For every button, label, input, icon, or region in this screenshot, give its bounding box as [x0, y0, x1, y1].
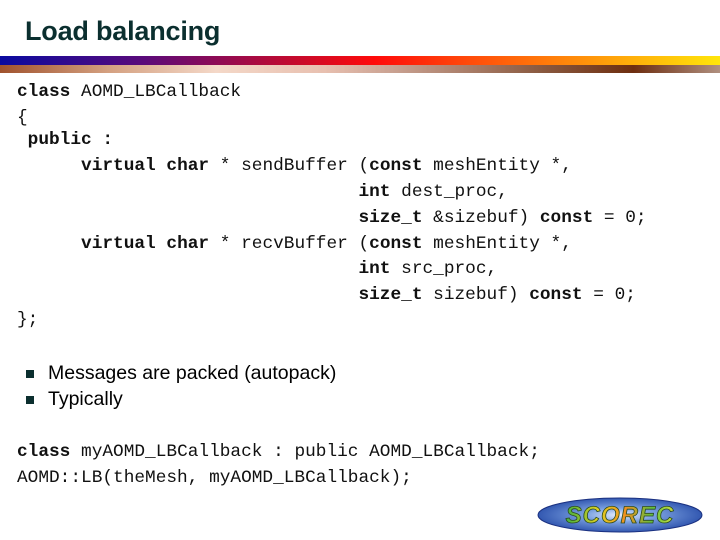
title-divider-bottom-stripe	[0, 65, 720, 73]
scorec-logo: SCOREC	[537, 497, 703, 533]
slide-title: Load balancing	[25, 16, 221, 46]
code-line: class AOMD_LBCallback	[17, 82, 242, 102]
bullet-item: Messages are packed (autopack)	[48, 362, 337, 384]
code-line: virtual char * sendBuffer (const meshEnt…	[81, 156, 572, 176]
bullet-square-icon	[26, 370, 34, 378]
title-divider-top-stripe	[0, 56, 720, 65]
bullet-item: Typically	[48, 388, 123, 410]
code-line: public :	[17, 130, 114, 150]
code-line: int dest_proc,	[358, 182, 508, 202]
code-line: virtual char * recvBuffer (const meshEnt…	[81, 234, 572, 254]
code-line: };	[17, 310, 39, 330]
code-line: class myAOMD_LBCallback : public AOMD_LB…	[17, 442, 540, 462]
code-line: size_t &sizebuf) const = 0;	[358, 208, 647, 228]
bullet-square-icon	[26, 396, 34, 404]
code-line: int src_proc,	[358, 259, 498, 279]
code-line: AOMD::LB(theMesh, myAOMD_LBCallback);	[17, 468, 412, 488]
code-line: size_t sizebuf) const = 0;	[358, 285, 636, 305]
logo-text: SCOREC	[566, 502, 675, 529]
code-line: {	[17, 108, 28, 128]
